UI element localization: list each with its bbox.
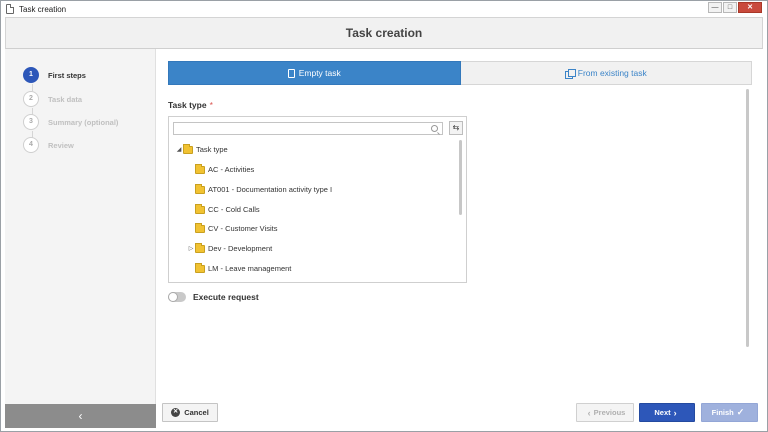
execute-request-row: Execute request [168, 292, 259, 302]
tree-node-label: CV - Customer Visits [208, 224, 278, 233]
tree-node[interactable]: AC - Activities [187, 163, 255, 174]
execute-request-label: Execute request [193, 292, 259, 302]
step-number: 1 [23, 67, 39, 83]
tree-node[interactable]: CV - Customer Visits [187, 222, 278, 233]
step-number: 3 [23, 114, 39, 130]
tree-scrollbar[interactable] [459, 140, 462, 215]
content-scrollbar[interactable] [746, 89, 749, 347]
expand-triangle-icon[interactable]: ▷ [187, 245, 195, 252]
step-label: First steps [48, 70, 86, 80]
cancel-label: Cancel [184, 408, 209, 417]
previous-button[interactable]: ‹ Previous [576, 403, 634, 422]
tree-options-button[interactable]: ⇆ [449, 121, 463, 135]
step-label: Task data [48, 94, 83, 104]
tab-empty-task[interactable]: Empty task [168, 61, 461, 85]
dialog-window: Task creation — □ ✕ Task creation 1 Firs… [0, 0, 768, 432]
title-bar: Task creation — □ ✕ [1, 1, 767, 17]
next-button[interactable]: Next › [639, 403, 695, 422]
folder-icon [195, 242, 205, 253]
tree-root-node[interactable]: ◢ Task type [175, 143, 228, 154]
tree-node-label: AT001 - Documentation activity type I [208, 185, 333, 194]
step-review[interactable]: 4 Review [23, 137, 74, 153]
tab-from-existing-task[interactable]: From existing task [460, 61, 752, 85]
main-content: Empty task From existing task Task type *… [156, 49, 763, 404]
step-task-data[interactable]: 2 Task data [23, 91, 82, 107]
document-icon [6, 4, 14, 14]
task-type-tree: ⇆ ◢ Task type AC - Activities AT001 - Do… [168, 116, 467, 283]
tree-node[interactable]: ▷ Dev - Development [187, 242, 273, 253]
task-type-label: Task type * [168, 100, 213, 110]
chevron-left-icon: ‹ [587, 407, 591, 418]
tree-node[interactable]: AT001 - Documentation activity type I [187, 183, 333, 194]
step-number: 2 [23, 91, 39, 107]
wizard-sidebar: 1 First steps 2 Task data 3 Summary (opt… [5, 49, 156, 428]
next-label: Next [654, 408, 671, 417]
collapse-sidebar-button[interactable]: ‹ [5, 404, 156, 428]
folder-icon [195, 203, 205, 214]
toggle-knob [168, 292, 178, 302]
close-button[interactable]: ✕ [738, 2, 762, 13]
tab-label: Empty task [298, 68, 341, 78]
tree-node[interactable]: LM - Leave management [187, 262, 292, 273]
folder-icon [195, 183, 205, 194]
tree-node[interactable]: CC - Cold Calls [187, 203, 260, 214]
copy-icon [564, 69, 576, 79]
maximize-button[interactable]: □ [723, 2, 737, 13]
required-marker: * [209, 100, 213, 110]
dialog-header: Task creation [5, 17, 763, 49]
tree-node-label: LM - Leave management [208, 264, 292, 273]
finish-button[interactable]: Finish ✓ [701, 403, 758, 422]
folder-icon [195, 222, 205, 233]
tree-node-label: Task type [196, 145, 228, 154]
step-connector [32, 84, 33, 91]
step-label: Summary (optional) [48, 117, 119, 127]
check-icon: ✓ [736, 407, 745, 417]
finish-label: Finish [711, 408, 734, 417]
window-controls: — □ ✕ [708, 2, 762, 13]
step-first-steps[interactable]: 1 First steps [23, 67, 86, 83]
minimize-button[interactable]: — [708, 2, 722, 13]
cancel-icon: ✕ [171, 408, 181, 417]
chevron-right-icon: › [673, 407, 677, 418]
tab-label: From existing task [577, 68, 647, 78]
execute-request-toggle[interactable] [168, 292, 186, 302]
folder-icon [195, 163, 205, 174]
previous-label: Previous [593, 408, 626, 417]
tree-node-label: CC - Cold Calls [208, 205, 260, 214]
cancel-button[interactable]: ✕ Cancel [162, 403, 218, 422]
step-number: 4 [23, 137, 39, 153]
page-title: Task creation [345, 26, 423, 40]
task-type-label-text: Task type [168, 100, 207, 110]
step-summary[interactable]: 3 Summary (optional) [23, 114, 118, 130]
tree-search-input[interactable] [173, 122, 443, 135]
folder-icon [183, 143, 193, 154]
tree-node-label: Dev - Development [208, 244, 273, 253]
search-icon[interactable] [431, 125, 438, 132]
document-icon [287, 68, 295, 78]
window-title: Task creation [19, 4, 67, 14]
collapse-triangle-icon[interactable]: ◢ [175, 146, 183, 153]
dialog-footer: ✕ Cancel ‹ Previous Next › Finish ✓ [156, 399, 763, 428]
tree-node-label: AC - Activities [208, 165, 255, 174]
step-label: Review [48, 140, 74, 150]
task-source-tabs: Empty task From existing task [168, 61, 752, 85]
folder-icon [195, 262, 205, 273]
